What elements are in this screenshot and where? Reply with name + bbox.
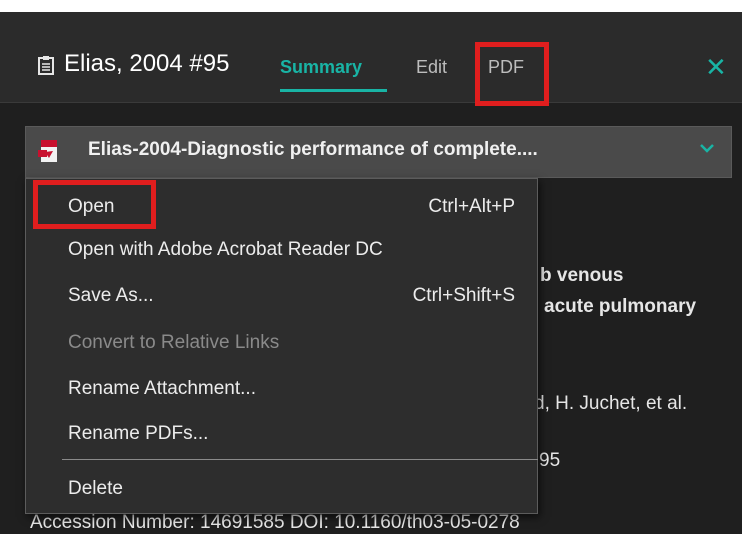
reference-title: Elias, 2004 #95: [64, 50, 230, 77]
summary-title-fragment-1: b venous: [540, 265, 624, 286]
menu-item-rename-pdfs[interactable]: Rename PDFs...: [26, 414, 537, 456]
pdf-file-icon: [38, 140, 57, 162]
open-item-highlight-box: [33, 180, 156, 229]
menu-separator: [62, 459, 538, 460]
menu-item-rename-attachment[interactable]: Rename Attachment...: [26, 369, 537, 411]
menu-item-label: Open with Adobe Acrobat Reader DC: [68, 239, 383, 260]
menu-item-shortcut: Ctrl+Alt+P: [428, 196, 515, 217]
menu-item-label: Rename Attachment...: [68, 378, 256, 399]
menu-item-save-as[interactable]: Save As... Ctrl+Shift+S: [26, 276, 537, 318]
summary-title-fragment-2: acute pulmonary: [544, 296, 697, 317]
attachment-filename: Elias-2004-Diagnostic performance of com…: [88, 139, 538, 160]
window-top-strip: [0, 0, 742, 12]
menu-item-label: Delete: [68, 478, 123, 499]
menu-item-shortcut: Ctrl+Shift+S: [412, 285, 515, 306]
menu-item-label: Rename PDFs...: [68, 423, 209, 444]
pdf-tab-highlight-box: [475, 42, 549, 106]
menu-item-convert-relative-links: Convert to Relative Links: [26, 323, 537, 365]
tab-edit[interactable]: Edit: [416, 57, 447, 78]
close-icon[interactable]: ✕: [705, 52, 727, 83]
menu-item-open-with-acrobat[interactable]: Open with Adobe Acrobat Reader DC: [26, 230, 537, 272]
menu-item-delete[interactable]: Delete: [26, 469, 537, 511]
summary-pages-fragment: 95: [539, 450, 561, 471]
reference-header: Elias, 2004 #95 Summary Edit PDF ✕: [0, 12, 742, 106]
menu-item-label: Save As...: [68, 285, 154, 306]
tab-summary[interactable]: Summary: [280, 57, 362, 78]
summary-authors-fragment: d, H. Juchet, et al.: [534, 393, 688, 414]
attachment-selector[interactable]: Elias-2004-Diagnostic performance of com…: [25, 126, 732, 178]
menu-item-label: Convert to Relative Links: [68, 332, 280, 353]
clipboard-icon: [38, 56, 54, 75]
active-tab-indicator: [280, 89, 387, 92]
chevron-down-icon[interactable]: [698, 141, 716, 155]
